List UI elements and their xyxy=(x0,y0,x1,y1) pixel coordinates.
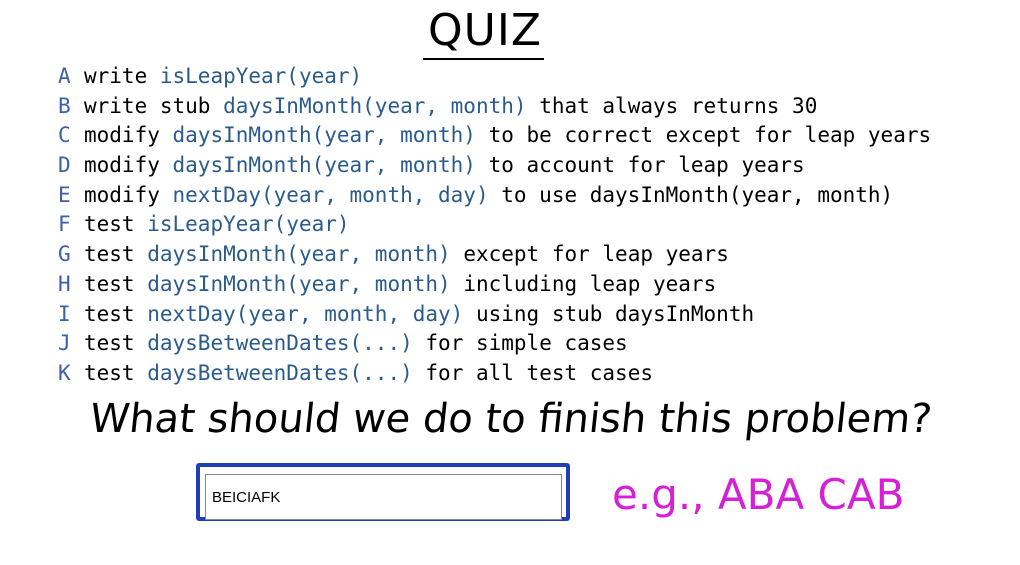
task-rest: using stub daysInMonth xyxy=(475,301,755,326)
task-verb: modify xyxy=(84,123,160,148)
task-function: daysInMonth(year, month) xyxy=(172,123,476,148)
task-item: Awrite isLeapYear(year) xyxy=(58,62,931,92)
task-letter: G xyxy=(58,242,71,267)
task-item: Htest daysInMonth(year, month) including… xyxy=(58,270,931,300)
task-item: Itest nextDay(year, month, day) using st… xyxy=(58,300,931,330)
task-item: Dmodify daysInMonth(year, month) to acco… xyxy=(58,151,931,181)
task-function: daysInMonth(year, month) xyxy=(223,93,527,118)
task-item: Ftest isLeapYear(year) xyxy=(58,210,931,240)
task-item: Cmodify daysInMonth(year, month) to be c… xyxy=(58,121,931,151)
task-rest: that always returns 30 xyxy=(539,93,818,118)
task-function: daysInMonth(year, month) xyxy=(147,242,451,267)
task-item: Gtest daysInMonth(year, month) except fo… xyxy=(58,240,931,270)
task-item: Emodify nextDay(year, month, day) to use… xyxy=(58,181,931,211)
task-item: Bwrite stub daysInMonth(year, month) tha… xyxy=(58,92,931,122)
task-rest: to use daysInMonth(year, month) xyxy=(501,182,894,207)
task-rest: for all test cases xyxy=(425,360,653,385)
title-underline xyxy=(423,58,544,60)
task-verb: modify xyxy=(84,182,160,207)
task-verb: write stub xyxy=(84,93,211,118)
task-function: daysInMonth(year, month) xyxy=(147,271,451,296)
task-verb: test xyxy=(84,331,135,356)
task-verb: test xyxy=(84,212,135,237)
task-verb: test xyxy=(84,271,135,296)
task-list: Awrite isLeapYear(year) Bwrite stub days… xyxy=(58,62,931,389)
task-function: daysBetweenDates(...) xyxy=(147,331,413,356)
task-rest: except for leap years xyxy=(463,242,729,267)
task-verb: test xyxy=(84,242,135,267)
task-letter: B xyxy=(58,93,71,118)
task-function: nextDay(year, month, day) xyxy=(147,301,464,326)
task-function: isLeapYear(year) xyxy=(147,212,350,237)
task-rest: including leap years xyxy=(463,271,717,296)
task-verb: test xyxy=(84,360,135,385)
task-item: Ktest daysBetweenDates(...) for all test… xyxy=(58,359,931,389)
task-rest: to account for leap years xyxy=(488,153,805,178)
task-letter: K xyxy=(58,360,71,385)
task-letter: I xyxy=(58,301,71,326)
task-rest: for simple cases xyxy=(425,331,628,356)
task-verb: test xyxy=(84,301,135,326)
task-function: daysBetweenDates(...) xyxy=(147,360,413,385)
task-rest: to be correct except for leap years xyxy=(488,123,932,148)
task-letter: H xyxy=(58,271,71,296)
task-letter: F xyxy=(58,212,71,237)
task-function: nextDay(year, month, day) xyxy=(172,182,489,207)
task-letter: J xyxy=(58,331,71,356)
task-letter: E xyxy=(58,182,71,207)
task-verb: write xyxy=(84,64,148,88)
example-hint: e.g., ABA CAB xyxy=(612,470,905,519)
answer-input[interactable] xyxy=(205,474,562,520)
task-letter: C xyxy=(58,123,71,148)
task-verb: modify xyxy=(84,153,160,178)
task-item: Jtest daysBetweenDates(...) for simple c… xyxy=(58,329,931,359)
quiz-title: QUIZ xyxy=(428,5,542,56)
task-letter: D xyxy=(58,153,71,178)
task-function: daysInMonth(year, month) xyxy=(172,153,476,178)
task-function: isLeapYear(year) xyxy=(159,64,363,88)
task-letter: A xyxy=(58,64,71,88)
question-prompt: What should we do to finish this problem… xyxy=(87,396,934,442)
